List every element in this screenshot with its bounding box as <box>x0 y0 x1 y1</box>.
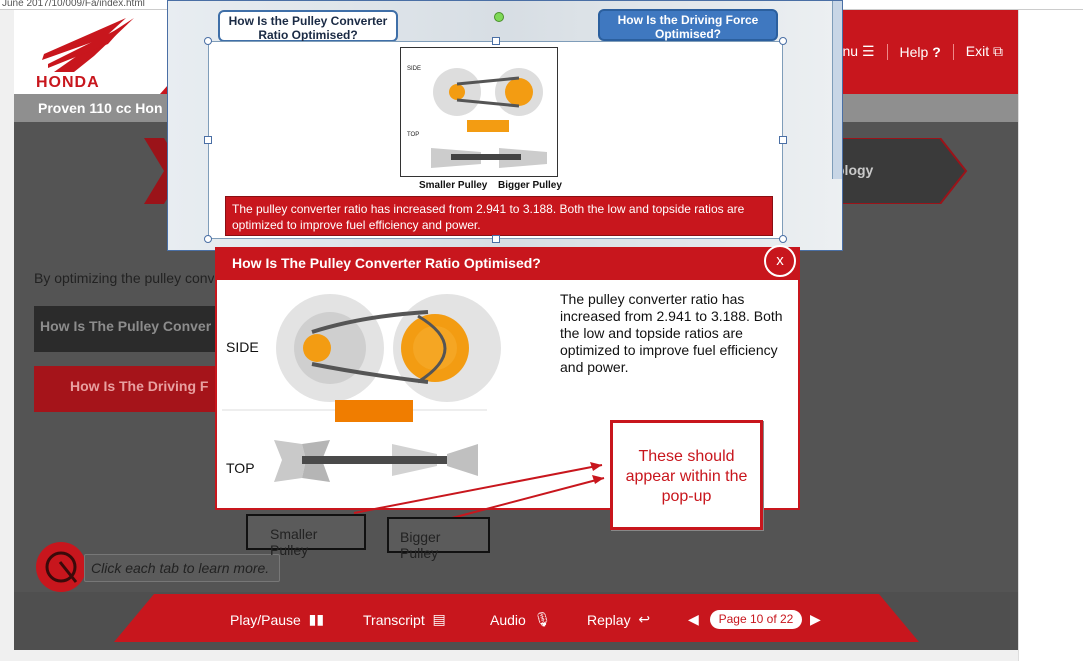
annotation-arrows <box>353 462 605 519</box>
smaller-pulley-label: Smaller Pulley <box>246 514 366 558</box>
bigger-pulley-label: Bigger Pulley <box>387 517 490 561</box>
annotation-callout: These should appear within the pop-up <box>610 420 763 530</box>
